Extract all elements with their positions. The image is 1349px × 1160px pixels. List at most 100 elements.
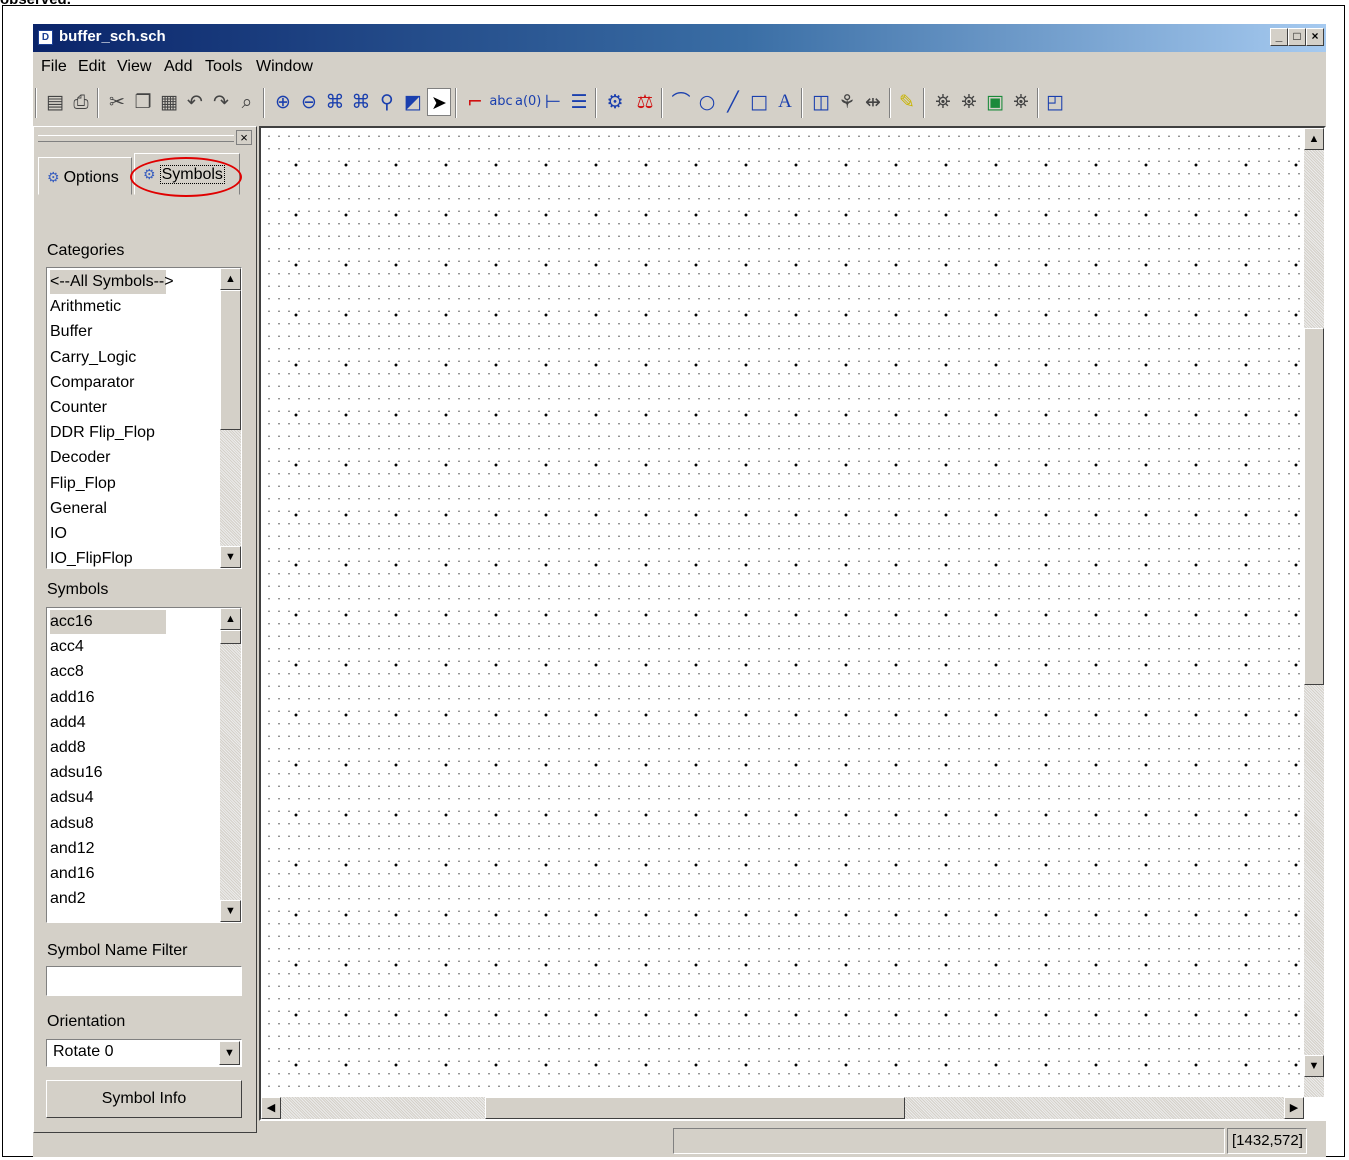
scroll-left-icon[interactable]: ◀ xyxy=(261,1097,281,1119)
add-rectangle-icon[interactable]: □ xyxy=(747,88,771,116)
canvas-vertical-scrollbar[interactable]: ▲ ▼ xyxy=(1304,128,1324,1097)
add-circle-icon[interactable]: ○ xyxy=(695,88,719,116)
category-list-item[interactable]: Carry_Logic xyxy=(50,346,136,370)
redo-icon[interactable]: ↷ xyxy=(209,88,233,116)
paste-icon[interactable]: ▦ xyxy=(157,88,181,116)
push-into-icon[interactable]: ⛯ xyxy=(931,88,955,116)
highlight-icon[interactable]: ✎ xyxy=(895,88,919,116)
symbols-list[interactable]: and2 and16 and12 adsu8 adsu4 adsu16 add8 add4 ad… xyxy=(46,607,242,923)
menu-file[interactable]: File xyxy=(41,58,67,76)
menu-view[interactable]: View xyxy=(117,58,151,76)
add-instance-icon[interactable]: ⚖ xyxy=(633,88,657,116)
add-net-name-icon[interactable]: abc xyxy=(489,88,513,116)
category-list-item[interactable]: DDR Flip_Flop xyxy=(50,421,155,445)
menu-add[interactable]: Add xyxy=(164,58,192,76)
mirror-icon[interactable]: ⇹ xyxy=(861,88,885,116)
tab-options[interactable]: ⚙ Options xyxy=(38,157,132,195)
cut-icon[interactable]: ✂ xyxy=(105,88,129,116)
symbol-list-item[interactable]: and12 xyxy=(50,837,95,861)
scroll-right-icon[interactable]: ▶ xyxy=(1284,1097,1304,1119)
orientation-select[interactable]: Rotate 0 ▼ xyxy=(46,1039,242,1067)
categories-scrollbar[interactable]: ▲ ▼ xyxy=(220,268,241,568)
symbol-list-item[interactable]: adsu16 xyxy=(50,761,103,785)
vertical-scroll-thumb[interactable] xyxy=(1304,328,1324,685)
symbol-list-item[interactable]: adsu8 xyxy=(50,812,94,836)
category-list-item[interactable]: Comparator xyxy=(50,371,134,395)
scroll-thumb[interactable] xyxy=(220,290,241,430)
panel-close-icon[interactable]: × xyxy=(236,130,252,145)
orientation-label: Orientation xyxy=(47,1013,126,1030)
schematic-icon[interactable]: D xyxy=(38,30,53,45)
symbol-wizard-icon[interactable]: ⚘ xyxy=(835,88,859,116)
zoom-out-icon[interactable]: ⊖ xyxy=(297,88,321,116)
find-icon[interactable]: ⌕ xyxy=(235,88,259,116)
symbol-list-item[interactable]: adsu4 xyxy=(50,786,94,810)
pop-out-icon[interactable]: ⛯ xyxy=(957,88,981,116)
scroll-down-icon[interactable]: ▼ xyxy=(220,900,241,922)
add-symbol-icon[interactable]: ⚙ xyxy=(603,88,627,116)
symbol-list-item[interactable]: acc8 xyxy=(50,660,84,684)
symbol-list-item[interactable]: acc4 xyxy=(50,635,84,659)
zoom-in-icon[interactable]: ⊕ xyxy=(271,88,295,116)
chevron-down-icon[interactable]: ▼ xyxy=(219,1041,240,1065)
category-list-item[interactable]: <--All Symbols--> xyxy=(50,270,174,294)
category-list-item[interactable]: IO_FlipFlop xyxy=(50,547,133,568)
toolbar-separator xyxy=(455,88,457,118)
add-io-marker-icon[interactable]: ☰ xyxy=(567,88,591,116)
scroll-thumb[interactable] xyxy=(220,630,241,644)
schematic-canvas[interactable] xyxy=(261,128,1304,1097)
category-list-item[interactable]: Decoder xyxy=(50,446,110,470)
check-schematic-icon[interactable]: ◫ xyxy=(809,88,833,116)
symbol-list-item[interactable]: acc16 xyxy=(50,610,166,634)
add-bus-tap-icon[interactable]: a(0) xyxy=(515,88,541,116)
refresh-icon[interactable]: ◩ xyxy=(401,88,425,116)
category-list-item[interactable]: Arithmetic xyxy=(50,295,121,319)
add-wire-icon[interactable]: ⌐ xyxy=(463,88,487,116)
view-symbol-icon[interactable]: ⛯ xyxy=(1009,88,1033,116)
save-icon[interactable]: ▤ xyxy=(43,88,67,116)
application-window: D buffer_sch.sch _ □ × File Edit View Ad… xyxy=(33,24,1326,1157)
scroll-down-icon[interactable]: ▼ xyxy=(1304,1055,1324,1077)
symbol-list-item[interactable]: add16 xyxy=(50,686,95,710)
add-text-icon[interactable]: A xyxy=(773,88,797,116)
add-line-icon[interactable]: ╱ xyxy=(721,88,745,116)
category-list-item[interactable]: Buffer xyxy=(50,320,92,344)
symbol-list-item[interactable]: add8 xyxy=(50,736,86,760)
window-layout-icon[interactable]: ◰ xyxy=(1043,88,1067,116)
view-hdl-icon[interactable]: ▣ xyxy=(983,88,1007,116)
maximize-button[interactable]: □ xyxy=(1288,28,1306,46)
categories-list[interactable]: IO_FlipFlop IO General Flip_Flop Decoder DDR … xyxy=(46,267,242,569)
minimize-button[interactable]: _ xyxy=(1270,28,1288,46)
add-arc-icon[interactable]: ⌒ xyxy=(669,88,693,116)
title-bar[interactable]: D buffer_sch.sch _ □ × xyxy=(33,24,1326,52)
menu-tools[interactable]: Tools xyxy=(205,58,242,76)
symbol-info-button[interactable]: Symbol Info xyxy=(46,1080,242,1118)
canvas-horizontal-scrollbar[interactable]: ◀ ▶ xyxy=(261,1097,1304,1119)
category-list-item[interactable]: Counter xyxy=(50,396,107,420)
zoom-fit-icon[interactable]: ⌘ xyxy=(349,88,373,116)
symbol-name-filter-input[interactable] xyxy=(46,966,242,996)
zoom-selection-icon[interactable]: ⚲ xyxy=(375,88,399,116)
symbol-list-item[interactable]: and2 xyxy=(50,887,86,911)
menu-edit[interactable]: Edit xyxy=(78,58,106,76)
scroll-up-icon[interactable]: ▲ xyxy=(220,268,241,290)
undo-icon[interactable]: ↶ xyxy=(183,88,207,116)
panel-grip[interactable] xyxy=(38,135,234,142)
add-bus-icon[interactable]: ⊢ xyxy=(541,88,565,116)
scroll-up-icon[interactable]: ▲ xyxy=(1304,128,1324,150)
category-list-item[interactable]: IO xyxy=(50,522,67,546)
horizontal-scroll-thumb[interactable] xyxy=(485,1097,905,1119)
symbol-list-item[interactable]: add4 xyxy=(50,711,86,735)
select-pointer-icon[interactable]: ➤ xyxy=(427,88,451,116)
menu-window[interactable]: Window xyxy=(256,58,313,76)
zoom-full-icon[interactable]: ⌘ xyxy=(323,88,347,116)
category-list-item[interactable]: Flip_Flop xyxy=(50,472,116,496)
close-button[interactable]: × xyxy=(1306,28,1324,46)
symbol-list-item[interactable]: and16 xyxy=(50,862,95,886)
scroll-down-icon[interactable]: ▼ xyxy=(220,546,241,568)
symbols-scrollbar[interactable]: ▲ ▼ xyxy=(220,608,241,922)
scroll-up-icon[interactable]: ▲ xyxy=(220,608,241,630)
category-list-item[interactable]: General xyxy=(50,497,107,521)
print-icon[interactable]: ⎙ xyxy=(69,88,93,116)
copy-icon[interactable]: ❐ xyxy=(131,88,155,116)
